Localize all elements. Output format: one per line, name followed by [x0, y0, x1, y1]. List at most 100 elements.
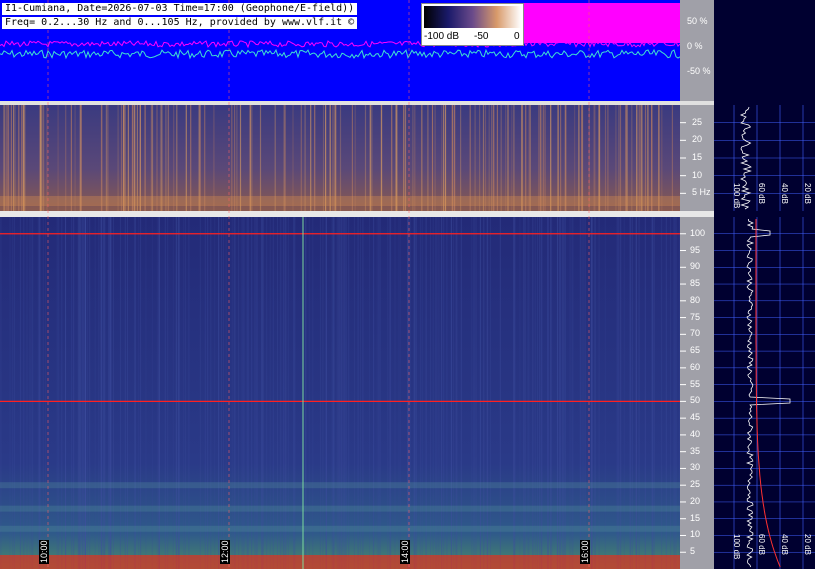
high-freq-tick-label: 15 — [690, 512, 701, 523]
profile-db-label-top: 20 dB — [803, 183, 812, 204]
low-streak — [636, 105, 638, 211]
low-streak — [329, 105, 331, 211]
separator-bar-2 — [0, 211, 714, 217]
low-streak — [127, 105, 129, 211]
high-freq-tick-label: 20 — [690, 495, 701, 506]
high-streak — [414, 217, 416, 569]
high-streak — [199, 217, 201, 569]
low-streak — [671, 105, 673, 211]
high-streak — [89, 217, 91, 569]
high-streak — [255, 217, 257, 569]
high-streak — [124, 217, 126, 569]
high-freq-tick-label: 55 — [690, 378, 701, 389]
low-streak — [46, 105, 48, 211]
low-streak — [625, 105, 627, 211]
low-streak — [482, 105, 485, 211]
low-streak — [185, 105, 187, 211]
low-streak — [658, 105, 660, 211]
high-streak — [569, 217, 571, 569]
high-streak — [584, 217, 586, 569]
low-streak — [541, 105, 543, 211]
low-streak — [251, 105, 253, 211]
high-streak — [556, 217, 558, 569]
high-streak — [390, 217, 392, 569]
low-streak — [57, 105, 59, 211]
high-streak — [175, 217, 177, 569]
high-streak — [579, 217, 581, 569]
profile-panel — [714, 0, 815, 569]
high-streak — [151, 217, 153, 569]
high-streak — [119, 217, 121, 569]
low-streak — [403, 105, 405, 211]
low-streak — [615, 105, 617, 211]
high-streak — [19, 217, 21, 569]
low-streak — [500, 105, 502, 211]
low-band — [0, 196, 680, 206]
high-streak — [653, 217, 655, 569]
high-streak — [12, 217, 14, 569]
high-streak — [604, 217, 606, 569]
high-streak — [73, 217, 75, 569]
high-streak — [333, 217, 335, 569]
high-streak — [399, 217, 401, 569]
low-streak — [396, 105, 398, 211]
high-streak — [94, 217, 96, 569]
low-streak — [18, 105, 20, 211]
low-streak — [404, 105, 407, 211]
high-streak — [475, 217, 477, 569]
resonance-band — [0, 525, 680, 532]
low-streak — [13, 105, 15, 211]
low-streak — [339, 105, 342, 211]
low-streak — [560, 105, 562, 211]
low-streak — [479, 105, 481, 211]
header-line-1: I1-Cumiana, Date=2026-07-03 Time=17:00 (… — [2, 3, 358, 15]
low-freq-tick-label: 15 — [692, 152, 703, 162]
low-streak — [641, 105, 643, 211]
low-streak — [39, 105, 41, 211]
high-freq-tick-label: 85 — [690, 278, 701, 289]
low-streak — [74, 105, 76, 211]
high-streak — [564, 217, 566, 569]
low-streak — [513, 105, 515, 211]
high-streak — [561, 217, 563, 569]
high-streak — [409, 217, 411, 569]
high-streak — [184, 217, 186, 569]
low-streak — [544, 105, 546, 211]
high-freq-tick-label: 100 — [690, 227, 706, 238]
high-streak — [261, 217, 263, 569]
high-streak — [419, 217, 421, 569]
high-streak — [534, 217, 536, 569]
high-freq-tick-label: 80 — [690, 294, 701, 305]
high-freq-tick-label: 25 — [690, 479, 701, 490]
separator-bar — [0, 101, 714, 105]
high-streak — [398, 217, 400, 569]
high-streak — [341, 217, 343, 569]
high-streak — [487, 217, 489, 569]
high-streak — [338, 217, 340, 569]
low-streak — [117, 105, 119, 211]
high-streak — [678, 217, 680, 569]
high-streak — [82, 217, 84, 569]
high-streak — [322, 217, 324, 569]
high-streak — [233, 217, 235, 569]
profile-db-label-bottom: 100 dB — [732, 534, 741, 560]
high-streak — [453, 217, 455, 569]
high-streak — [519, 217, 521, 569]
high-streak — [140, 217, 142, 569]
high-streak — [581, 217, 583, 569]
high-streak — [563, 217, 565, 569]
high-streak — [572, 217, 574, 569]
resonance-band — [0, 482, 680, 489]
low-streak — [604, 105, 607, 211]
high-streak — [616, 217, 618, 569]
high-streak — [231, 217, 233, 569]
high-streak — [127, 217, 128, 569]
colorbar-label-mid: -50 — [474, 31, 489, 42]
low-streak — [156, 105, 158, 211]
low-streak — [369, 105, 371, 211]
low-streak — [441, 105, 443, 211]
high-streak — [280, 217, 282, 569]
high-streak — [221, 217, 223, 569]
high-streak — [172, 217, 174, 569]
high-streak — [394, 217, 396, 569]
